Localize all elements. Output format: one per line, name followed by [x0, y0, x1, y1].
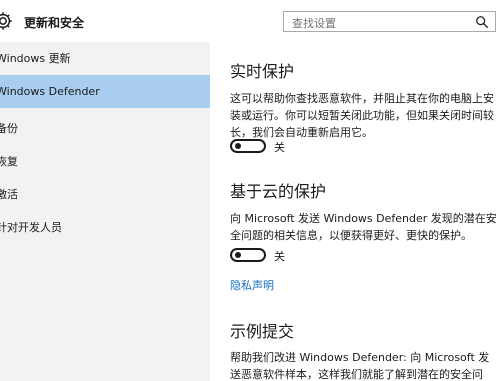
cloud-toggle-state: 关	[274, 250, 285, 263]
search-icon[interactable]	[475, 15, 489, 29]
section-description-cloud: 向 Microsoft 发送 Windows Defender 发现的潜在安全问…	[230, 212, 497, 242]
toggle-knob	[235, 143, 241, 149]
sidebar-item-label: Windows Defender	[0, 85, 100, 98]
sidebar-item-recovery[interactable]: 恢复	[0, 145, 210, 178]
section-heading-cloud: 基于云的保护	[230, 182, 327, 201]
page-title: 更新和安全	[24, 16, 85, 30]
search-box[interactable]	[283, 11, 496, 33]
gear-icon	[0, 12, 12, 30]
sidebar-item-backup[interactable]: 备份	[0, 112, 210, 145]
sidebar-item-for-developers[interactable]: 针对开发人员	[0, 211, 210, 244]
sidebar-item-windows-update[interactable]: Windows 更新	[0, 42, 210, 75]
sidebar-item-windows-defender[interactable]: Windows Defender	[0, 75, 210, 108]
section-description-sample: 帮助我们改进 Windows Defender: 向 Microsoft 发送恶…	[230, 351, 490, 381]
section-description-realtime: 这可以帮助你查找恶意软件，并阻止其在你的电脑上安装或运行。你可以短暂关闭此功能，…	[230, 92, 494, 139]
sidebar-item-label: 激活	[0, 188, 18, 201]
sidebar-item-label: 恢复	[0, 155, 18, 168]
main-content: 实时保护 这可以帮助你查找恶意软件，并阻止其在你的电脑上安装或运行。你可以短暂关…	[210, 42, 500, 381]
section-heading-realtime: 实时保护	[230, 62, 295, 81]
sidebar-item-label: Windows 更新	[0, 52, 71, 65]
cloud-protection-toggle[interactable]	[230, 248, 266, 262]
sidebar-item-activation[interactable]: 激活	[0, 178, 210, 211]
section-heading-sample: 示例提交	[230, 322, 295, 341]
privacy-statement-link[interactable]: 隐私声明	[230, 277, 274, 293]
realtime-protection-toggle[interactable]	[230, 139, 266, 153]
search-input[interactable]	[284, 14, 472, 33]
toggle-knob	[235, 252, 241, 258]
sidebar: Windows 更新 Windows Defender 备份 恢复 激活 针对开…	[0, 42, 210, 381]
realtime-toggle-state: 关	[274, 141, 285, 154]
sidebar-item-label: 备份	[0, 122, 18, 135]
app-header: 更新和安全	[0, 0, 500, 42]
sidebar-item-label: 针对开发人员	[0, 221, 62, 234]
